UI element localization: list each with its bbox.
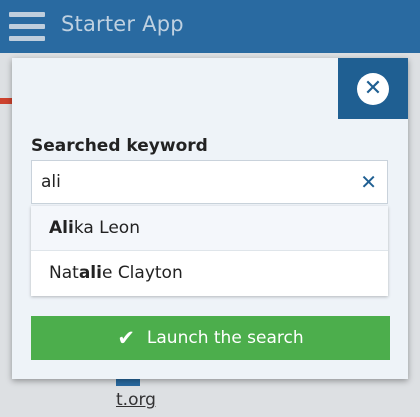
check-icon: ✔ [117, 326, 135, 350]
close-button[interactable]: ✕ [338, 58, 408, 119]
launch-search-label: Launch the search [146, 328, 304, 348]
launch-search-button[interactable]: ✔ Launch the search [31, 316, 390, 360]
clear-icon[interactable]: ✕ [360, 170, 377, 194]
close-icon: ✕ [357, 72, 389, 105]
field-label: Searched keyword [31, 136, 208, 156]
suggestion-item[interactable]: Natalie Clayton [31, 251, 388, 295]
suggestion-list: Alika Leon Natalie Clayton [31, 206, 388, 296]
search-modal: ✕ Searched keyword ✕ Alika Leon Natalie … [12, 58, 408, 379]
suggestion-item[interactable]: Alika Leon [31, 206, 388, 251]
search-input[interactable] [32, 161, 351, 203]
search-field[interactable]: ✕ [31, 160, 388, 204]
